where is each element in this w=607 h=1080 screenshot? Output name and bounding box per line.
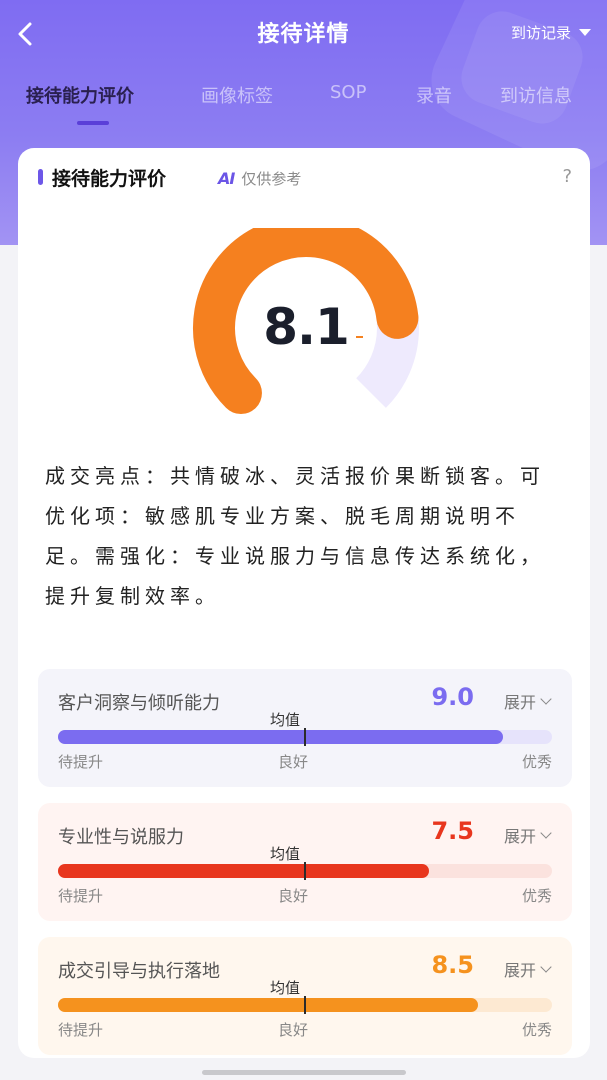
- level-high-label: 优秀: [521, 887, 552, 905]
- ai-note: 仅供参考: [241, 170, 302, 188]
- score-marker: [356, 336, 363, 338]
- tab-sop[interactable]: SOP: [330, 82, 366, 103]
- chevron-down-icon: [540, 693, 552, 705]
- evaluation-summary: 成交亮点：共情破冰、灵活报价果断锁客。可优化项：敏感肌专业方案、脱毛周期说明不足…: [45, 464, 545, 608]
- chevron-down-icon: [540, 827, 552, 839]
- top-nav-bar: 接待详情 到访记录: [0, 0, 607, 70]
- chevron-down-icon: [540, 961, 552, 973]
- card-title: 接待能力评价: [52, 168, 167, 190]
- section-marker: [38, 169, 43, 185]
- expand-label: 展开: [503, 827, 536, 846]
- level-mid-label: 良好: [278, 887, 309, 905]
- expand-button[interactable]: 展开: [503, 823, 552, 847]
- level-high-label: 优秀: [521, 753, 552, 771]
- card-header: 接待能力评价 AI 仅供参考 ?: [18, 148, 590, 208]
- score-bar-fill: [58, 864, 429, 878]
- visit-record-dropdown[interactable]: 到访记录: [511, 22, 591, 43]
- dimension-score: 9.0: [431, 683, 474, 711]
- score-bar-track: [58, 728, 552, 746]
- ai-icon: AI: [218, 169, 235, 188]
- overall-score: 8.1: [263, 298, 350, 356]
- tab-profile-tags[interactable]: 画像标签: [201, 82, 273, 108]
- level-mid-label: 良好: [278, 1021, 309, 1039]
- visit-record-label: 到访记录: [510, 24, 571, 42]
- tab-bar: 接待能力评价 画像标签 SOP 录音 到访信息: [0, 82, 607, 122]
- average-label: 均值: [270, 979, 301, 997]
- dimension-name: 客户洞察与倾听能力: [58, 693, 220, 714]
- score-gauge: 8.1: [186, 215, 426, 428]
- tab-reception-evaluation[interactable]: 接待能力评价: [26, 82, 134, 108]
- dimension-card: 客户洞察与倾听能力 9.0 展开 均值 待提升 良好 优秀: [38, 669, 572, 787]
- expand-button[interactable]: 展开: [503, 957, 552, 981]
- level-mid-label: 良好: [278, 753, 309, 771]
- level-low-label: 待提升: [58, 1021, 104, 1039]
- average-marker: [304, 862, 306, 880]
- score-bar-fill: [58, 998, 478, 1012]
- caret-down-icon: [579, 29, 591, 36]
- level-high-label: 优秀: [521, 1021, 552, 1039]
- average-label: 均值: [270, 711, 301, 729]
- active-tab-indicator: [77, 121, 109, 125]
- score-bar-track: [58, 862, 552, 880]
- level-low-label: 待提升: [58, 887, 104, 905]
- average-label: 均值: [270, 845, 301, 863]
- dimension-score: 7.5: [431, 817, 474, 845]
- average-marker: [304, 728, 306, 746]
- help-icon[interactable]: ?: [562, 166, 572, 187]
- expand-button[interactable]: 展开: [503, 689, 552, 713]
- tab-visit-info[interactable]: 到访信息: [500, 82, 572, 108]
- score-bar-fill: [58, 730, 503, 744]
- evaluation-card: 接待能力评价 AI 仅供参考 ? 8.1 成交亮点：共情破冰、灵活报价果断锁客。…: [18, 148, 590, 1058]
- score-bar-track: [58, 996, 552, 1014]
- expand-label: 展开: [503, 961, 536, 980]
- dimension-score: 8.5: [431, 951, 474, 979]
- dimension-card: 成交引导与执行落地 8.5 展开 均值 待提升 良好 优秀: [38, 937, 572, 1055]
- expand-label: 展开: [503, 693, 536, 712]
- dimension-card: 专业性与说服力 7.5 展开 均值 待提升 良好 优秀: [38, 803, 572, 921]
- average-marker: [304, 996, 306, 1014]
- tab-recording[interactable]: 录音: [416, 82, 452, 108]
- dimension-name: 专业性与说服力: [58, 827, 184, 848]
- level-low-label: 待提升: [58, 753, 104, 771]
- ai-reference-tag: AI 仅供参考: [218, 168, 301, 189]
- dimension-name: 成交引导与执行落地: [58, 961, 220, 982]
- home-indicator: [202, 1070, 406, 1075]
